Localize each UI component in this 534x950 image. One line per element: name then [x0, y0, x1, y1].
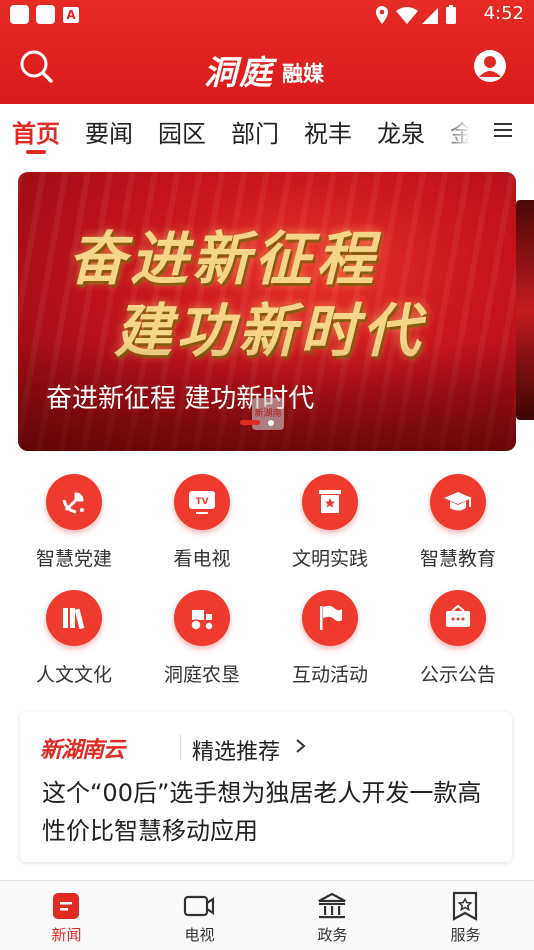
tab-park[interactable]: 园区	[158, 114, 206, 149]
grid-item-label: 人文文化	[35, 664, 112, 686]
tab-fade	[440, 104, 490, 156]
government-icon	[318, 892, 346, 919]
nav-label: 电视	[184, 926, 215, 944]
logo-text: 融媒	[282, 62, 324, 86]
feature-grid: 智慧党建 TV 看电视 文明实践 智慧教育 人文文化 洞庭农垦 互动活动 公示公…	[0, 470, 534, 700]
grid-item-label: 公示公告	[419, 664, 496, 686]
nav-label: 服务	[450, 926, 481, 944]
tab-departments[interactable]: 部门	[231, 114, 279, 149]
news-card[interactable]: 新湖南云 精选推荐 这个“00后”选手想为独居老人开发一款高性价比智慧移动应用	[20, 712, 512, 862]
hero-banner[interactable]: 奋进新征程 建功新时代 奋进新征程 建功新时代 新湖南	[18, 172, 516, 451]
grid-item-agriculture[interactable]: 洞庭农垦	[142, 586, 262, 696]
grid-item-watch-tv[interactable]: TV 看电视	[142, 470, 262, 580]
system-status-icons	[376, 5, 456, 24]
section-link[interactable]: 精选推荐	[192, 734, 280, 766]
top-bar: A 4:52 洞庭 融媒	[0, 0, 534, 104]
grid-item-label: 洞庭农垦	[163, 664, 240, 686]
nav-tv[interactable]: 电视	[133, 881, 266, 950]
notification-icon	[36, 5, 55, 24]
app-screen: A 4:52 洞庭 融媒 首页 要闻 园区 部门 祝丰 龙泉 奋进新征程 建功新…	[0, 0, 534, 950]
grid-item-civilization[interactable]: 文明实践	[270, 470, 390, 580]
tab-news[interactable]: 要闻	[85, 114, 133, 149]
grid-item-party-building[interactable]: 智慧党建	[14, 470, 134, 580]
tab-zhufeng[interactable]: 祝丰	[304, 114, 352, 149]
tab-home[interactable]: 首页	[12, 114, 60, 149]
channel-tabs: 首页 要闻 园区 部门 祝丰 龙泉 金	[0, 104, 534, 156]
notification-icon	[10, 5, 29, 24]
grid-item-activities[interactable]: 互动活动	[270, 586, 390, 696]
news-source-logo: 新湖南云	[40, 738, 125, 763]
bottom-navigation: 新闻 电视 政务 服务	[0, 880, 534, 950]
notification-badge: A	[63, 7, 79, 23]
nav-government[interactable]: 政务	[266, 881, 399, 950]
grid-item-label: 互动活动	[291, 664, 368, 686]
status-bar: A 4:52	[0, 0, 534, 30]
nav-news[interactable]: 新闻	[0, 881, 133, 950]
svg-text:TV: TV	[195, 497, 208, 507]
news-icon	[53, 893, 79, 919]
clock: 4:52	[483, 3, 524, 24]
books-icon	[46, 590, 102, 646]
flag-icon	[302, 590, 358, 646]
party-emblem-icon	[46, 474, 102, 530]
grid-item-label: 看电视	[173, 548, 231, 570]
app-header: 洞庭 融媒	[0, 30, 534, 104]
grid-item-label: 智慧教育	[419, 548, 496, 570]
grid-item-label: 智慧党建	[35, 548, 112, 570]
logo-script: 洞庭	[204, 53, 274, 92]
grid-item-label: 文明实践	[291, 548, 368, 570]
tractor-icon	[174, 590, 230, 646]
nav-label: 新闻	[51, 926, 82, 944]
chevron-right-icon[interactable]	[294, 738, 308, 754]
video-camera-icon	[183, 895, 215, 917]
active-tab-indicator	[26, 150, 46, 154]
nav-label: 政务	[317, 926, 348, 944]
carousel-dot	[268, 420, 274, 426]
next-slide-peek[interactable]	[516, 200, 534, 420]
graduation-cap-icon	[430, 474, 486, 530]
user-profile-icon[interactable]	[472, 48, 508, 84]
carousel-dot-active	[240, 420, 260, 425]
nav-service[interactable]: 服务	[399, 881, 532, 950]
service-icon	[452, 891, 478, 921]
tv-icon: TV	[174, 474, 230, 530]
news-headline[interactable]: 这个“00后”选手想为独居老人开发一款高性价比智慧移动应用	[42, 774, 494, 850]
search-icon[interactable]	[18, 48, 54, 84]
flag-badge-icon	[302, 474, 358, 530]
tab-longquan[interactable]: 龙泉	[377, 114, 425, 149]
grid-item-humanities[interactable]: 人文文化	[14, 586, 134, 696]
divider	[180, 734, 181, 760]
menu-icon[interactable]	[492, 120, 514, 140]
grid-item-announcements[interactable]: 公示公告	[398, 586, 518, 696]
app-logo: 洞庭 融媒	[200, 44, 340, 92]
notice-board-icon	[430, 590, 486, 646]
grid-item-education[interactable]: 智慧教育	[398, 470, 518, 580]
